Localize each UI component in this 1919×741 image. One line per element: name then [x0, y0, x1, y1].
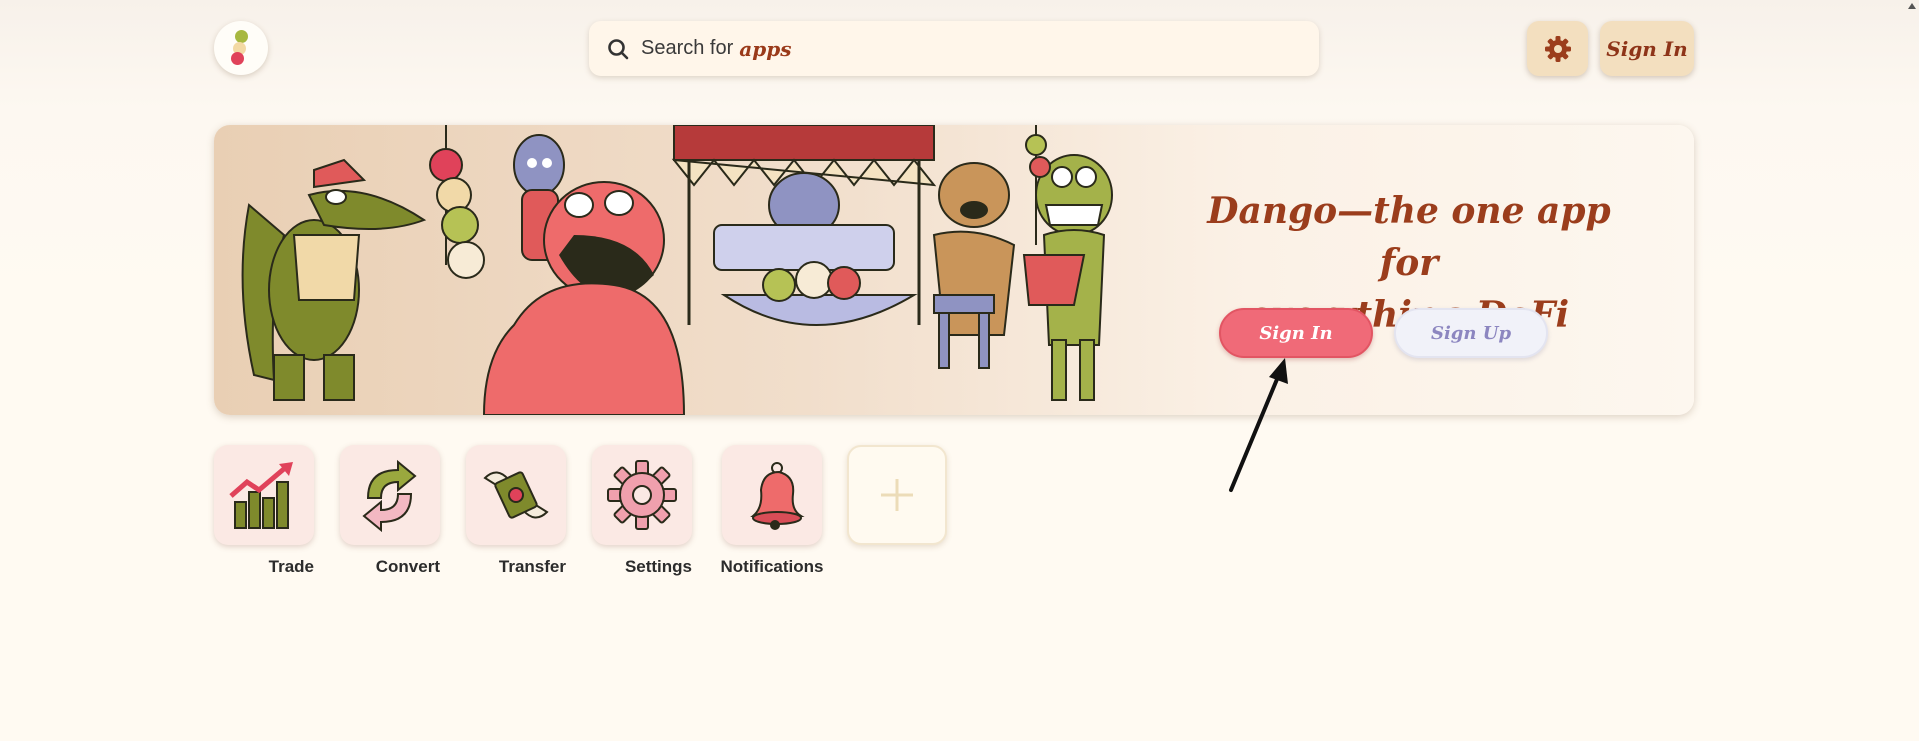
app-label-settings: Settings — [624, 557, 692, 576]
search-icon — [608, 38, 629, 59]
add-app-button[interactable] — [847, 445, 947, 545]
bell-icon — [750, 462, 805, 530]
search-input[interactable]: Search for apps — [589, 21, 1319, 76]
red-dog-character — [447, 181, 686, 415]
banner-headline-line1: Dango—the one app for — [1207, 190, 1611, 284]
app-label-trade: Trade — [268, 557, 314, 576]
transfer-money-icon — [483, 471, 549, 519]
frog-character — [1022, 125, 1113, 401]
app-label-transfer: Transfer — [498, 557, 566, 576]
banner-sign-up-button[interactable]: Sign Up — [1394, 308, 1548, 358]
notifications-tile[interactable] — [722, 445, 822, 545]
search-placeholder-emphasis: apps — [739, 36, 792, 61]
tiger-character — [932, 162, 1016, 369]
trade-tile[interactable] — [214, 445, 314, 545]
dango-logo-icon[interactable] — [214, 21, 268, 75]
settings-button[interactable] — [1527, 21, 1588, 76]
settings-gear-icon — [607, 460, 677, 530]
header-sign-in-button[interactable]: Sign In — [1600, 21, 1694, 76]
cartoon-characters-illustration — [241, 125, 1113, 415]
logo-dot-green — [235, 30, 248, 43]
app-notifications[interactable]: Notifications — [720, 445, 824, 577]
hero-banner: Dango—the one app for everything DeFi Si… — [214, 125, 1694, 415]
app-label-notifications: Notifications — [720, 557, 824, 576]
scroll-up-arrow-icon[interactable] — [1907, 2, 1917, 10]
search-placeholder: Search for — [641, 37, 734, 59]
app-settings[interactable]: Settings — [592, 445, 692, 577]
crocodile-character — [241, 125, 479, 401]
gear-icon — [1544, 35, 1571, 62]
app-trade[interactable]: Trade — [214, 445, 314, 577]
app-label-convert: Convert — [375, 557, 440, 576]
settings-tile[interactable] — [592, 445, 692, 545]
convert-tile[interactable] — [340, 445, 440, 545]
app-transfer[interactable]: Transfer — [466, 445, 566, 577]
trade-chart-icon — [229, 462, 293, 529]
app-convert[interactable]: Convert — [340, 445, 440, 577]
logo-dot-red — [231, 52, 244, 65]
plus-icon — [881, 479, 913, 511]
transfer-tile[interactable] — [466, 445, 566, 545]
convert-arrows-icon — [362, 459, 417, 532]
food-stall — [671, 125, 937, 326]
pointer-arrow-icon — [1229, 358, 1288, 492]
